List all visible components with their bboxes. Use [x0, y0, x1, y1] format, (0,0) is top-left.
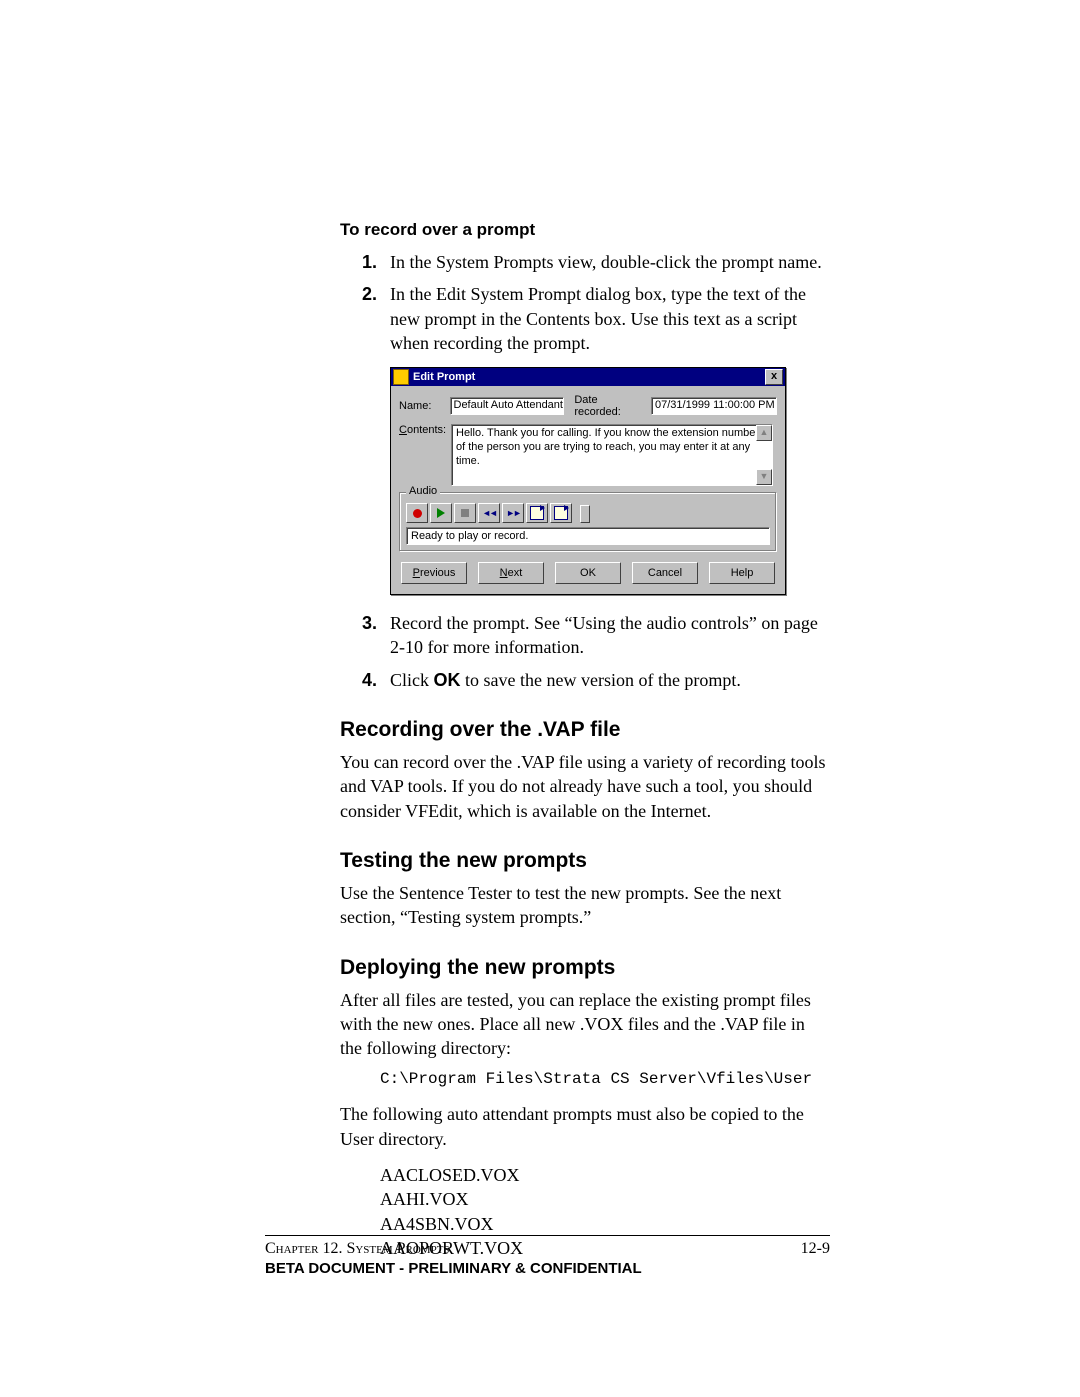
previous-rest: revious	[420, 567, 455, 579]
file-item: AACLOSED.VOX	[380, 1163, 830, 1187]
record-icon	[413, 509, 422, 518]
scroll-up-button[interactable]: ▲	[756, 425, 772, 441]
step-text: Click OK to save the new version of the …	[390, 668, 830, 692]
scroll-down-button[interactable]: ▼	[756, 469, 772, 485]
edit-prompt-dialog: Edit Prompt x Name: Default Auto Attenda…	[390, 367, 786, 595]
footer-line: Chapter 12. System Prompts 12-9	[265, 1240, 830, 1258]
stop-icon	[461, 509, 469, 517]
rewind-button[interactable]: ◄◄	[478, 503, 500, 523]
paragraph-testing: Use the Sentence Tester to test the new …	[340, 881, 830, 930]
step-number: 4.	[362, 668, 390, 692]
steps-list-b: 3. Record the prompt. See “Using the aud…	[340, 611, 830, 692]
next-button[interactable]: Next	[478, 562, 544, 584]
step4-pre: Click	[390, 670, 434, 690]
dialog-screenshot: Edit Prompt x Name: Default Auto Attenda…	[390, 367, 830, 595]
preview-next-icon	[554, 506, 568, 520]
previous-underline: P	[413, 567, 420, 579]
preview-play-icon	[530, 506, 544, 520]
close-button[interactable]: x	[765, 369, 783, 385]
step-number: 3.	[362, 611, 390, 635]
contents-row: Contents: Hello. Thank you for calling. …	[399, 424, 777, 486]
step-4: 4. Click OK to save the new version of t…	[340, 668, 830, 692]
next-rest: ext	[508, 567, 523, 579]
paragraph-deploy-1: After all files are tested, you can repl…	[340, 988, 830, 1061]
step-number: 1.	[362, 250, 390, 274]
file-item: AA4SBN.VOX	[380, 1212, 830, 1236]
slider-thumb[interactable]	[580, 505, 590, 523]
audio-slider[interactable]	[580, 510, 700, 516]
heading-deploying: Deploying the new prompts	[340, 956, 830, 980]
preview-next-button[interactable]	[550, 503, 572, 523]
name-row: Name: Default Auto Attendant - Date reco…	[399, 394, 777, 418]
footer-chapter: Chapter 12. System Prompts	[265, 1240, 450, 1258]
date-recorded-field: 07/31/1999 11:00:00 PM	[651, 397, 777, 415]
forward-icon: ►►	[506, 508, 520, 518]
audio-group-label: Audio	[406, 485, 440, 497]
contents-label: Contents:	[399, 424, 451, 436]
paragraph-vap: You can record over the .VAP file using …	[340, 750, 830, 823]
step-text: Record the prompt. See “Using the audio …	[390, 611, 830, 660]
dialog-button-row: Previous Next OK Cancel Help	[399, 562, 777, 584]
heading-vap: Recording over the .VAP file	[340, 718, 830, 742]
date-recorded-label: Date recorded:	[574, 394, 645, 418]
step-text: In the System Prompts view, double-click…	[390, 250, 830, 274]
step-2: 2. In the Edit System Prompt dialog box,…	[340, 282, 830, 355]
code-directory-path: C:\Program Files\Strata CS Server\Vfiles…	[380, 1070, 830, 1088]
step-number: 2.	[362, 282, 390, 306]
page-footer: Chapter 12. System Prompts 12-9 Beta Doc…	[265, 1235, 830, 1277]
ok-button[interactable]: OK	[555, 562, 621, 584]
file-item: AAHI.VOX	[380, 1187, 830, 1211]
dialog-titlebar: Edit Prompt x	[391, 368, 785, 386]
step4-ok-bold: OK	[434, 670, 461, 690]
name-input[interactable]: Default Auto Attendant -	[450, 397, 565, 415]
next-underline: N	[500, 567, 508, 579]
audio-groupbox: Audio ◄◄ ►► Ready to play or record.	[399, 492, 777, 552]
heading-testing: Testing the new prompts	[340, 849, 830, 873]
footer-page-number: 12-9	[801, 1240, 830, 1258]
step-text: In the Edit System Prompt dialog box, ty…	[390, 282, 830, 355]
step-3: 3. Record the prompt. See “Using the aud…	[340, 611, 830, 660]
footer-confidential: Beta Document - Preliminary & Confidenti…	[265, 1260, 830, 1277]
system-icon	[393, 369, 409, 385]
stop-button[interactable]	[454, 503, 476, 523]
contents-text: Hello. Thank you for calling. If you kno…	[456, 427, 759, 467]
help-button[interactable]: Help	[709, 562, 775, 584]
audio-status: Ready to play or record.	[406, 527, 770, 545]
dialog-body: Name: Default Auto Attendant - Date reco…	[391, 386, 785, 594]
rewind-icon: ◄◄	[482, 508, 496, 518]
play-icon	[437, 508, 445, 518]
heading-record-over: To record over a prompt	[340, 220, 830, 240]
previous-button[interactable]: Previous	[401, 562, 467, 584]
step4-post: to save the new version of the prompt.	[461, 670, 741, 690]
step-1: 1. In the System Prompts view, double-cl…	[340, 250, 830, 274]
document-page: To record over a prompt 1. In the System…	[0, 0, 1080, 1397]
name-label: Name:	[399, 400, 450, 412]
dialog-title: Edit Prompt	[413, 371, 765, 383]
contents-label-rest: ontents:	[407, 424, 446, 436]
paragraph-deploy-2: The following auto attendant prompts mus…	[340, 1102, 830, 1151]
audio-toolbar: ◄◄ ►►	[406, 503, 770, 523]
cancel-button[interactable]: Cancel	[632, 562, 698, 584]
contents-label-underline: C	[399, 424, 407, 436]
contents-textarea[interactable]: Hello. Thank you for calling. If you kno…	[451, 424, 773, 486]
record-button[interactable]	[406, 503, 428, 523]
preview-play-button[interactable]	[526, 503, 548, 523]
play-button[interactable]	[430, 503, 452, 523]
forward-button[interactable]: ►►	[502, 503, 524, 523]
steps-list-a: 1. In the System Prompts view, double-cl…	[340, 250, 830, 355]
footer-rule	[265, 1235, 830, 1236]
